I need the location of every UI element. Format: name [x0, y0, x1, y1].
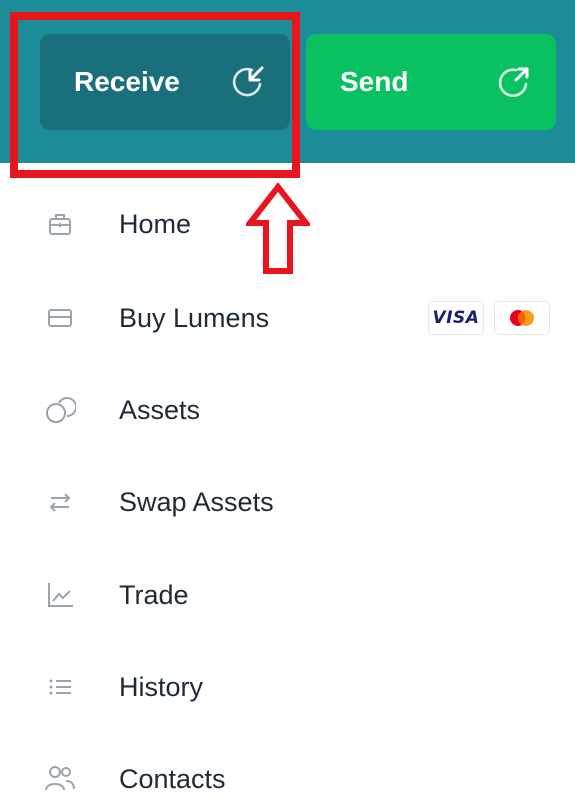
send-button-label: Send [340, 66, 409, 97]
action-header: Receive Send [0, 0, 575, 163]
coins-icon [44, 394, 76, 426]
sidebar-item-swap-assets[interactable]: Swap Assets [0, 472, 575, 532]
sidebar-item-buy-lumens[interactable]: Buy Lumens VISA [0, 288, 575, 348]
receive-button-label: Receive [74, 66, 180, 97]
payment-badges: VISA [428, 301, 550, 335]
swap-arrows-icon [44, 486, 76, 518]
receive-arrow-icon [228, 62, 268, 102]
send-arrow-icon [494, 62, 534, 102]
sidebar-item-contacts[interactable]: Contacts [0, 749, 575, 809]
sidebar-item-label: Buy Lumens [119, 302, 270, 333]
visa-logo-text: VISA [432, 308, 480, 328]
credit-card-icon [44, 302, 76, 334]
send-button[interactable]: Send [306, 34, 556, 130]
sidebar-item-label: Trade [119, 579, 189, 610]
sidebar-item-label: Swap Assets [119, 486, 274, 517]
sidebar-item-label: Contacts [119, 763, 226, 794]
sidebar-item-history[interactable]: History [0, 657, 575, 717]
sidebar-item-label: Assets [119, 394, 201, 425]
sidebar-item-label: Home [119, 208, 192, 239]
mastercard-icon [494, 301, 550, 335]
line-chart-icon [44, 579, 76, 611]
visa-badge: VISA [428, 301, 484, 335]
sidebar-item-label: History [119, 671, 204, 702]
sidebar-item-home[interactable]: Home [0, 194, 575, 254]
sidebar-item-assets[interactable]: Assets [0, 380, 575, 440]
people-icon [44, 763, 76, 795]
list-icon [44, 671, 76, 703]
receive-button[interactable]: Receive [40, 34, 290, 130]
sidebar-item-trade[interactable]: Trade [0, 565, 575, 625]
briefcase-icon [44, 208, 76, 240]
